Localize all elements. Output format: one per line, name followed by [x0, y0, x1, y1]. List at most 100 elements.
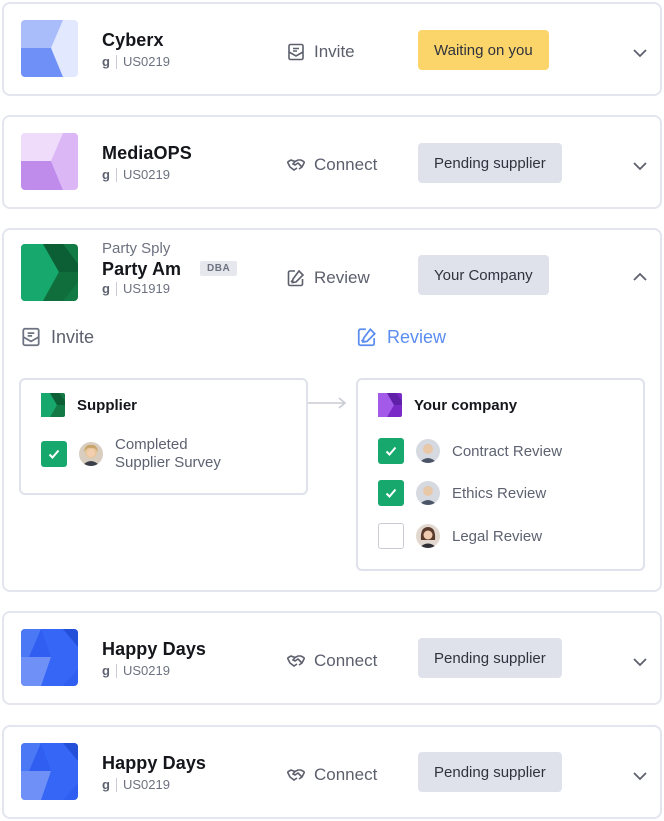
dba-tag: DBA: [200, 261, 238, 276]
supplier-code: g US0219: [102, 663, 170, 678]
envelope-icon: [22, 327, 40, 347]
expand-toggle[interactable]: [630, 652, 650, 672]
invite-action[interactable]: Invite: [286, 42, 355, 62]
expand-toggle[interactable]: [630, 156, 650, 176]
status-badge: Pending supplier: [418, 143, 562, 183]
task-legal-review[interactable]: Legal Review: [378, 523, 542, 549]
chevron-down-icon: [633, 162, 647, 171]
divider: [115, 281, 117, 296]
checkmark-icon: [48, 449, 60, 459]
flow-arrow-icon: [308, 397, 347, 409]
supplier-code: g US0219: [102, 167, 170, 182]
avatar: [416, 524, 440, 548]
supplier-name: MediaOPS: [102, 143, 192, 163]
party-am-logo: [21, 244, 78, 301]
avatar: [416, 481, 440, 505]
task-label-line2: Supplier Survey: [115, 454, 221, 471]
supplier-legal-name: Party Sply: [102, 240, 171, 257]
supplier-code: g US1919: [102, 281, 170, 296]
task-label: Legal Review: [452, 527, 543, 545]
task-label: Completed Supplier Survey: [115, 436, 221, 472]
task-completed-survey[interactable]: Completed Supplier Survey: [41, 436, 221, 472]
code-prefix: g: [102, 281, 110, 296]
action-label: Connect: [314, 765, 378, 784]
supplier-box-header: Supplier: [41, 393, 137, 417]
review-icon: [287, 269, 305, 287]
action-label: Connect: [314, 651, 378, 670]
supplier-card-happy-days[interactable]: Happy Days g US0219 Connect Pending suppl…: [2, 611, 662, 705]
divider: [115, 167, 117, 182]
expand-toggle[interactable]: [630, 43, 650, 63]
task-checkbox[interactable]: [41, 441, 67, 467]
company-box-title: Your company: [414, 396, 518, 414]
divider: [115, 663, 117, 678]
mediaops-logo: [21, 133, 78, 190]
divider: [115, 54, 117, 69]
status-badge: Your Company: [418, 255, 549, 295]
code-prefix: g: [102, 777, 110, 792]
code-prefix: g: [102, 167, 110, 182]
task-checkbox[interactable]: [378, 438, 404, 464]
supplier-card-cyberx[interactable]: Cyberx g US0219 Invite Waiting on you: [2, 2, 662, 96]
code-value: US0219: [122, 663, 170, 678]
company-task-box: Your company Contract Review Ethics Revi…: [356, 378, 645, 571]
supplier-name: Happy Days: [102, 753, 207, 773]
action-label: Review: [314, 268, 370, 287]
handshake-icon: [286, 655, 306, 667]
handshake-icon: [286, 159, 306, 171]
supplier-name: Party Am: [102, 259, 182, 279]
task-label: Contract Review: [452, 442, 563, 460]
code-value: US0219: [122, 167, 170, 182]
happy-days-logo: [21, 629, 78, 686]
task-label: Ethics Review: [452, 484, 547, 502]
supplier-task-box: Supplier Completed Supplier Survey: [19, 378, 308, 495]
chevron-down-icon: [633, 49, 647, 58]
action-label: Connect: [314, 155, 378, 174]
supplier-card-mediaops[interactable]: MediaOPS g US0219 Connect Pending supplie…: [2, 115, 662, 209]
task-label-line1: Completed: [115, 436, 188, 453]
status-badge: Pending supplier: [418, 752, 562, 792]
connect-action[interactable]: Connect: [286, 155, 377, 175]
party-am-mini-logo: [41, 393, 65, 417]
supplier-card-happy-days-2[interactable]: Happy Days g US0219 Connect Pending suppl…: [2, 725, 662, 819]
task-checkbox[interactable]: [378, 480, 404, 506]
chevron-down-icon: [633, 772, 647, 781]
review-action[interactable]: Review: [286, 268, 370, 288]
collapse-toggle[interactable]: [630, 267, 650, 287]
checkmark-icon: [385, 488, 397, 498]
cyberx-logo: [21, 20, 78, 77]
company-box-header: Your company: [378, 393, 517, 417]
invite-step-title: Invite: [20, 326, 94, 348]
code-value: US0219: [122, 777, 170, 792]
task-contract-review[interactable]: Contract Review: [378, 438, 562, 464]
avatar: [79, 442, 103, 466]
code-value: US1919: [122, 281, 170, 296]
task-checkbox[interactable]: [378, 523, 404, 549]
task-ethics-review[interactable]: Ethics Review: [378, 480, 546, 506]
code-prefix: g: [102, 663, 110, 678]
supplier-code: g US0219: [102, 54, 170, 69]
review-step-label: Review: [387, 326, 447, 347]
code-value: US0219: [122, 54, 170, 69]
handshake-icon: [286, 769, 306, 781]
happy-days-logo: [21, 743, 78, 800]
status-badge: Pending supplier: [418, 638, 562, 678]
company-mini-logo: [378, 393, 402, 417]
supplier-code: g US0219: [102, 777, 170, 792]
connect-action[interactable]: Connect: [286, 651, 377, 671]
avatar: [416, 439, 440, 463]
divider: [115, 777, 117, 792]
chevron-down-icon: [633, 658, 647, 667]
chevron-up-icon: [633, 272, 647, 281]
code-prefix: g: [102, 54, 110, 69]
action-label: Invite: [314, 42, 355, 61]
supplier-name: Cyberx: [102, 30, 164, 50]
invite-step-label: Invite: [51, 326, 95, 347]
expand-toggle[interactable]: [630, 766, 650, 786]
supplier-name: Happy Days: [102, 639, 207, 659]
checkmark-icon: [385, 446, 397, 456]
envelope-icon: [288, 43, 304, 61]
review-icon: [357, 327, 376, 347]
connect-action[interactable]: Connect: [286, 765, 377, 785]
review-step-title: Review: [356, 326, 446, 348]
